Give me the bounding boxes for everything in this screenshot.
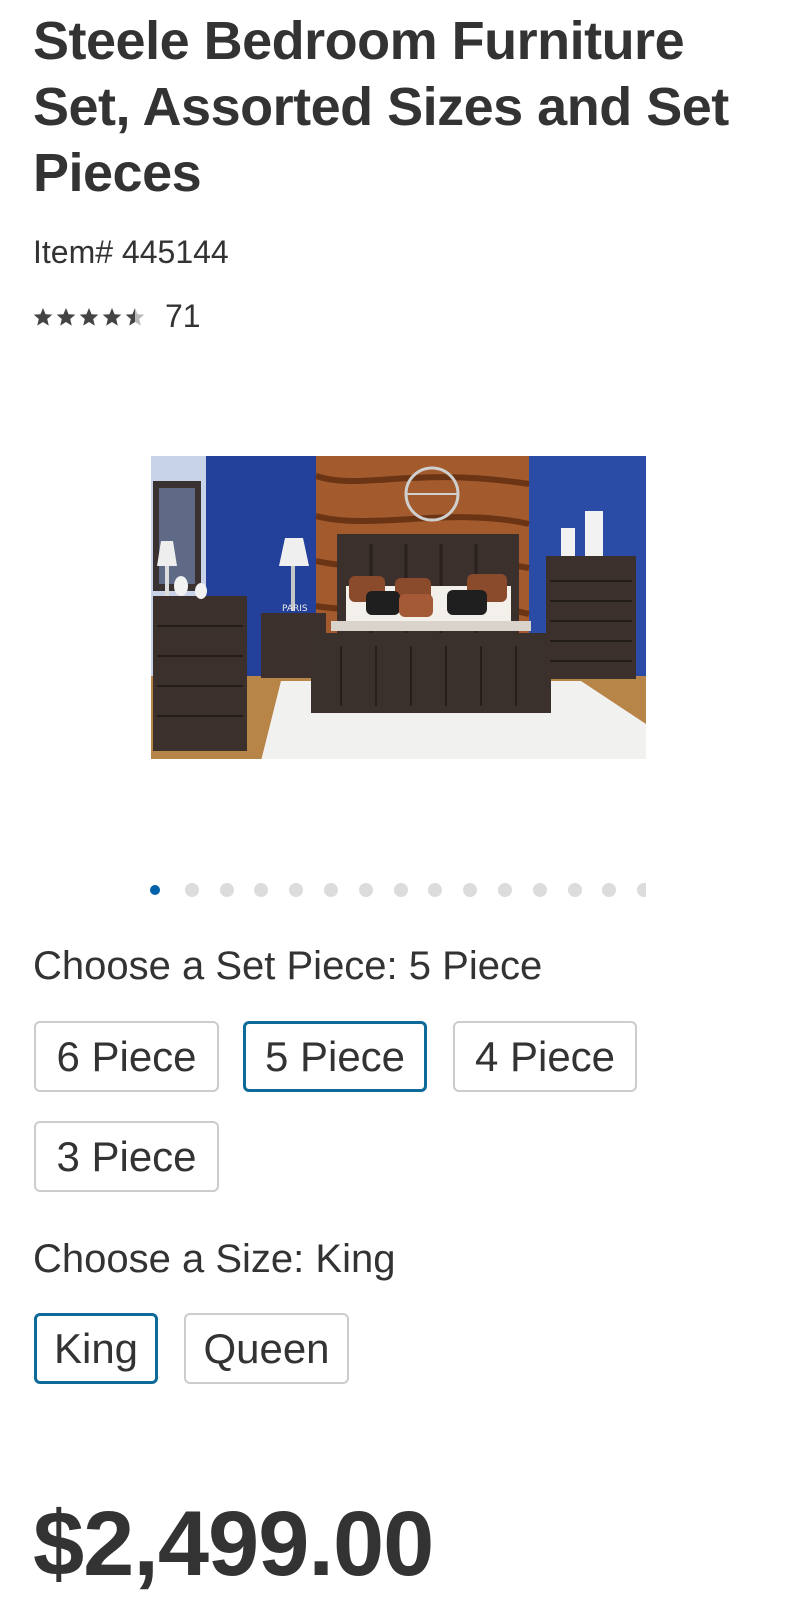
carousel-dot[interactable]: [254, 883, 269, 897]
image-sign-text: PARIS: [282, 604, 308, 614]
set-piece-label: Choose a Set Piece: 5 Piece: [33, 944, 543, 988]
option-queen[interactable]: Queen: [184, 1313, 349, 1384]
carousel-dot[interactable]: [324, 883, 338, 897]
carousel-dot-active[interactable]: [150, 885, 160, 895]
star-icon: [102, 307, 122, 326]
carousel-dot[interactable]: [567, 883, 582, 897]
carousel-dots[interactable]: [145, 881, 646, 901]
half-star-icon: [125, 307, 145, 326]
item-number: Item# 445144: [33, 234, 229, 270]
option-6-piece[interactable]: 6 Piece: [34, 1021, 219, 1092]
carousel-dot[interactable]: [498, 883, 512, 897]
star-icon: [33, 307, 53, 326]
carousel-dot[interactable]: [463, 883, 478, 897]
option-king[interactable]: King: [34, 1313, 158, 1384]
carousel-dot[interactable]: [602, 883, 617, 897]
size-label: Choose a Size: King: [33, 1237, 396, 1281]
option-3-piece[interactable]: 3 Piece: [34, 1121, 219, 1192]
price: $2,499.00: [33, 1493, 434, 1595]
star-icon: [56, 307, 76, 326]
carousel-dot[interactable]: [219, 883, 234, 897]
product-image[interactable]: PARIS: [151, 456, 646, 759]
carousel-dot[interactable]: [428, 883, 443, 897]
option-4-piece[interactable]: 4 Piece: [453, 1021, 637, 1092]
carousel-dot[interactable]: [532, 883, 547, 897]
carousel-dot[interactable]: [393, 883, 408, 897]
carousel-dot[interactable]: [637, 883, 646, 897]
rating-stars: [33, 307, 145, 327]
rating-count[interactable]: 71: [165, 298, 201, 335]
option-5-piece[interactable]: 5 Piece: [243, 1021, 427, 1092]
carousel-dot[interactable]: [358, 883, 373, 897]
rating[interactable]: 71: [33, 298, 201, 335]
carousel-dot[interactable]: [184, 883, 199, 897]
product-title: Steele Bedroom Furniture Set, Assorted S…: [33, 11, 729, 203]
star-icon: [79, 307, 99, 326]
carousel-dot[interactable]: [289, 883, 304, 897]
